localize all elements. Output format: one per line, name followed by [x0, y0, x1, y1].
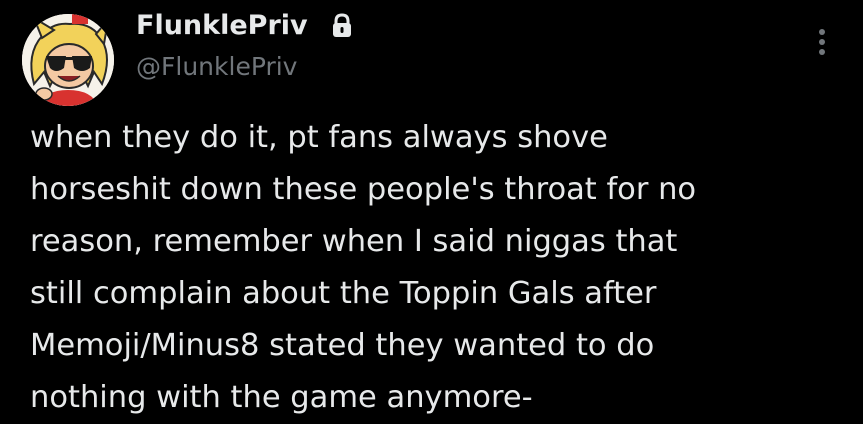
tweet-text-line: Memoji/Minus8 stated they wanted to do — [30, 328, 655, 363]
display-name[interactable]: FlunklePriv — [136, 8, 308, 44]
avatar-image — [22, 14, 114, 106]
tweet-text-line: reason, remember when I said niggas that — [30, 224, 678, 259]
tweet-text-line: horseshit down these people's throat for… — [30, 172, 697, 207]
more-options-button[interactable] — [808, 22, 836, 62]
tweet-text-line: still complain about the Toppin Gals aft… — [30, 276, 657, 311]
lock-icon — [331, 13, 353, 39]
tweet-text-line: nothing with the game anymore- — [30, 380, 533, 415]
more-vertical-icon — [819, 29, 825, 55]
avatar[interactable] — [22, 14, 114, 106]
tweet-text: when they do it, pt fans always shove ho… — [30, 112, 830, 424]
user-handle[interactable]: @FlunklePriv — [136, 50, 297, 84]
tweet-text-line: when they do it, pt fans always shove — [30, 120, 608, 155]
